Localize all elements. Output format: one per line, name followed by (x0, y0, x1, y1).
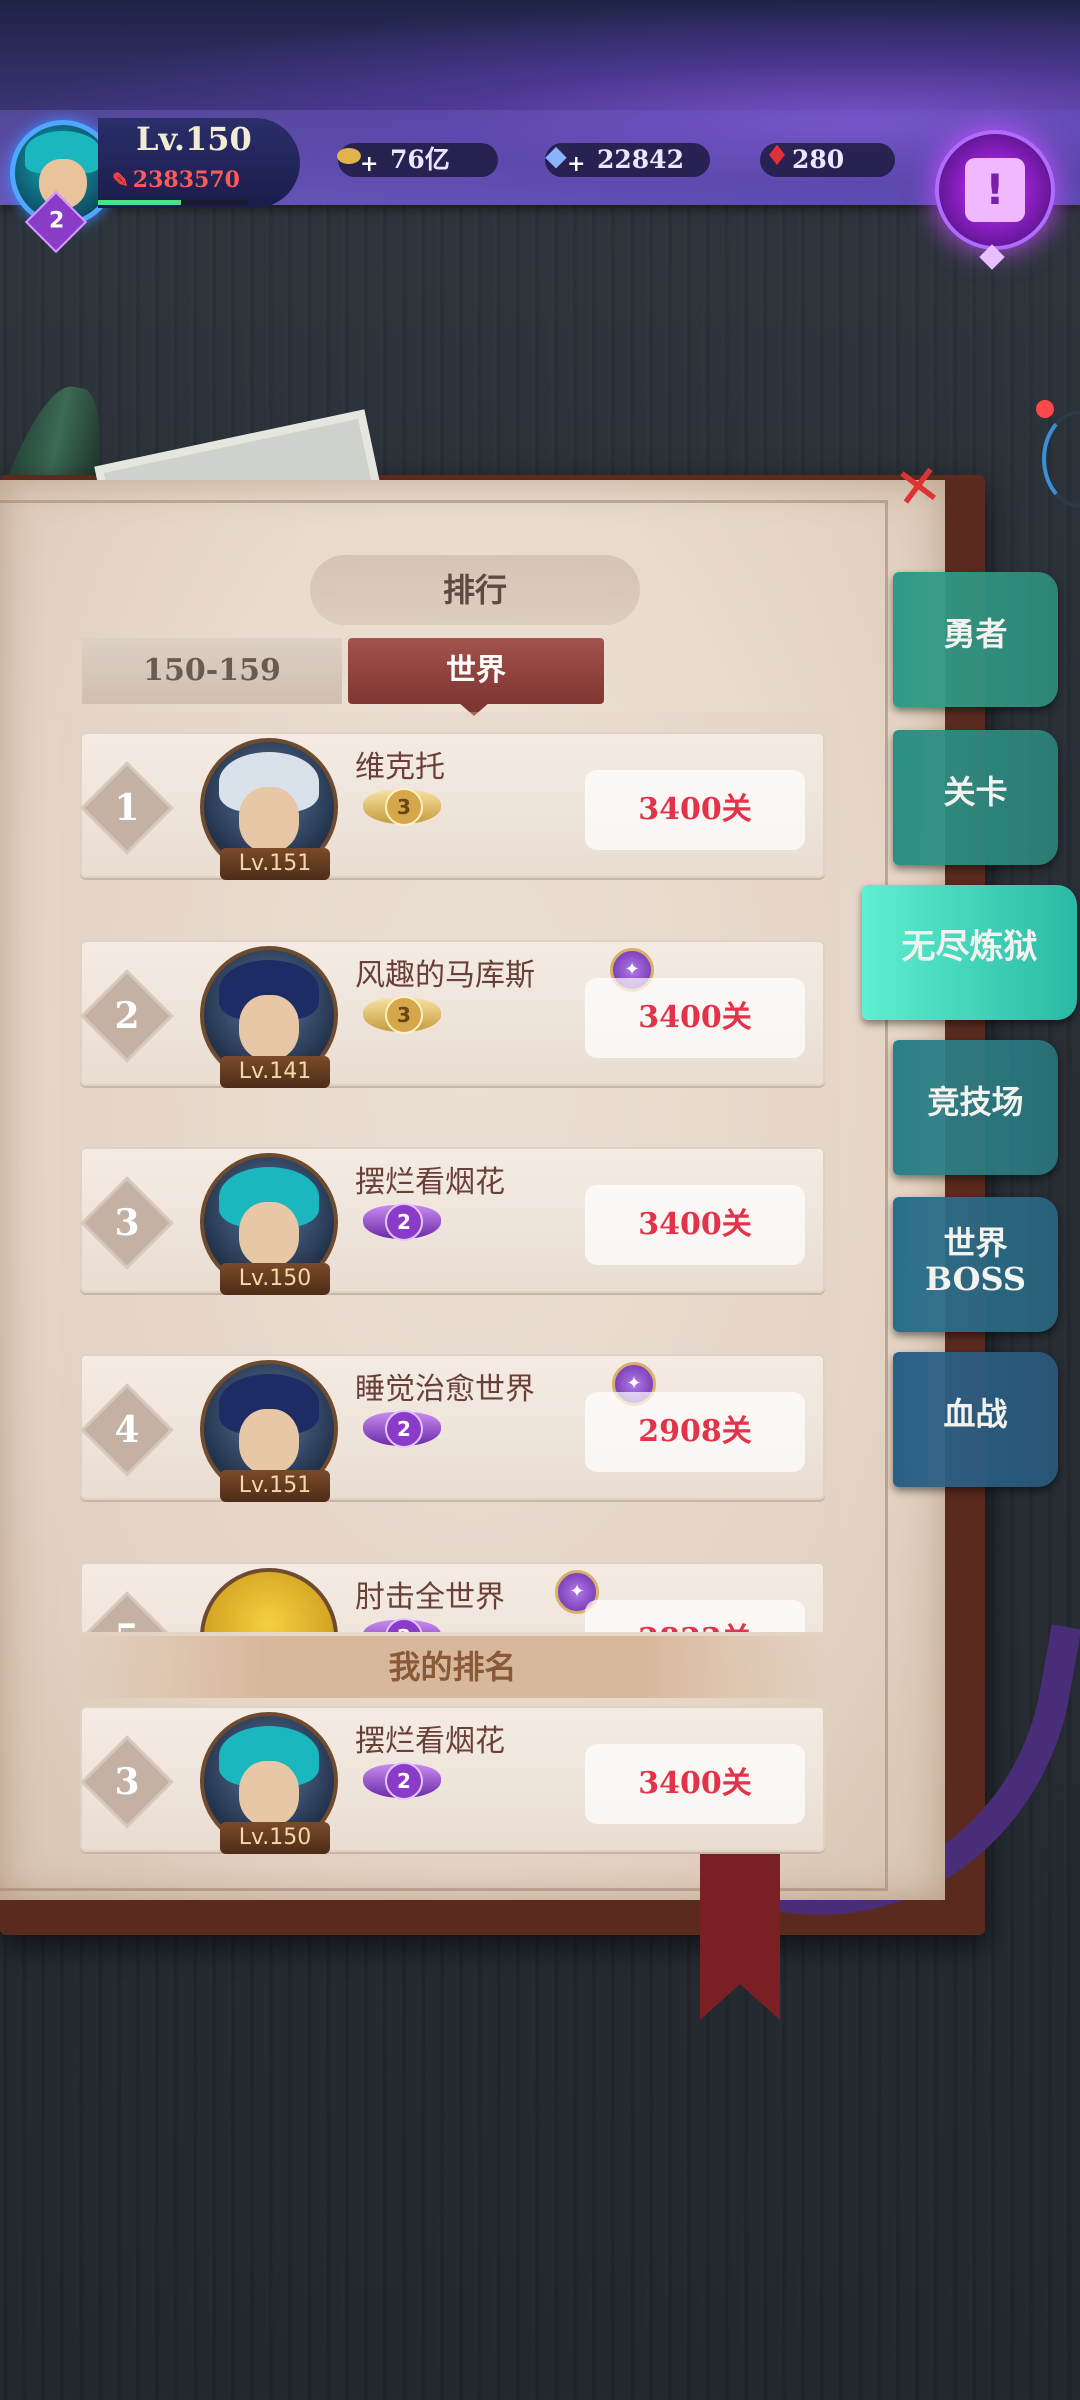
tab-blood-battle[interactable]: 血战 (893, 1352, 1058, 1487)
purple-wing-medal-icon: 2 (363, 1610, 441, 1632)
tab-level-range[interactable]: 150-159 (82, 638, 342, 704)
stage-score: 3400关 (585, 770, 805, 850)
player-level-plate: Lv.150 (220, 1263, 330, 1295)
tab-stage[interactable]: 关卡 (893, 730, 1058, 865)
stage-score: 3400关 (585, 1744, 805, 1824)
player-level: Lv.150 (136, 120, 252, 158)
stage-score: 2908关 (585, 1392, 805, 1472)
stage-score: 3400关 (585, 978, 805, 1058)
ranking-row[interactable]: 4 Lv.151 睡觉治愈世界 ✦ 2 2908关 (80, 1354, 825, 1502)
player-level-plate: Lv.150 (220, 1822, 330, 1854)
player-power: ✎ 2383570 (112, 167, 240, 193)
tab-world[interactable]: 世界 (348, 638, 604, 704)
my-rank-banner: 我的排名 (75, 1636, 830, 1698)
gold-wing-medal-icon: 3 (363, 780, 441, 828)
ranking-row[interactable]: 2 Lv.141 风趣的马库斯 ✦ 3 3400关 (80, 940, 825, 1088)
portrait-face (239, 787, 299, 852)
notification-dot (1036, 400, 1054, 418)
crystal-counter[interactable]: ♦ 280 (760, 139, 895, 177)
purple-wing-medal-icon: 2 (363, 1402, 441, 1450)
panel-title: 排行 (310, 555, 640, 625)
my-ranking-row[interactable]: 3 Lv.150 摆烂看烟花 2 3400关 (80, 1706, 825, 1854)
sword-icon: ✎ (112, 168, 129, 192)
stage-score: 2833关 (585, 1600, 805, 1632)
player-portrait[interactable] (200, 1568, 338, 1632)
ranking-list[interactable]: 1 Lv.151 维克托 3 3400关 2 Lv.141 风趣的马库斯 ✦ 3… (60, 712, 840, 1632)
ranking-row[interactable]: 1 Lv.151 维克托 3 3400关 (80, 732, 825, 880)
portrait-face (239, 1409, 299, 1474)
portrait-face (239, 995, 299, 1060)
scroll-alert-icon: ! (965, 158, 1025, 222)
tab-arena[interactable]: 竞技场 (893, 1040, 1058, 1175)
quest-scroll-button[interactable]: ! (935, 130, 1055, 250)
player-level-plate: Lv.151 (220, 1470, 330, 1502)
tab-endless-inferno[interactable]: 无尽炼狱 (862, 885, 1077, 1020)
player-level-plate: Lv.151 (220, 848, 330, 880)
ranking-row[interactable]: 3 Lv.150 摆烂看烟花 2 3400关 (80, 1147, 825, 1295)
ranking-row[interactable]: 5 肘击全世界 ✦ 2 2833关 (80, 1562, 825, 1632)
rank-number: 5 (94, 1605, 160, 1632)
rank-number: 4 (114, 1409, 140, 1451)
diamond-counter[interactable]: ◆ + 22842 (545, 139, 710, 177)
purple-wing-medal-icon: 2 (363, 1754, 441, 1802)
add-diamond-icon: + (567, 151, 586, 177)
stage-score: 3400关 (585, 1185, 805, 1265)
purple-wing-medal-icon: 2 (363, 1195, 441, 1243)
rank-number: 2 (114, 995, 140, 1037)
tab-hero[interactable]: 勇者 (893, 572, 1058, 707)
rank-number: 1 (114, 787, 140, 829)
add-gold-icon: + (360, 151, 379, 177)
portrait-face (239, 1202, 299, 1267)
gold-counter[interactable]: ⬬ + 76亿 (337, 139, 498, 177)
xp-bar-fill (98, 200, 181, 205)
close-icon[interactable]: ✕ (891, 452, 947, 523)
rank-number: 3 (114, 1202, 140, 1244)
side-ring-button[interactable] (1042, 410, 1080, 508)
bookmark-ribbon (700, 1840, 780, 2020)
tab-world-boss[interactable]: 世界 BOSS (893, 1197, 1058, 1332)
red-crystal-icon: ♦ (764, 139, 790, 172)
xp-bar (98, 200, 248, 205)
portrait-face (239, 1761, 299, 1826)
rank-number: 3 (114, 1761, 140, 1803)
player-level-plate: Lv.141 (220, 1056, 330, 1088)
gold-wing-medal-icon: 3 (363, 988, 441, 1036)
